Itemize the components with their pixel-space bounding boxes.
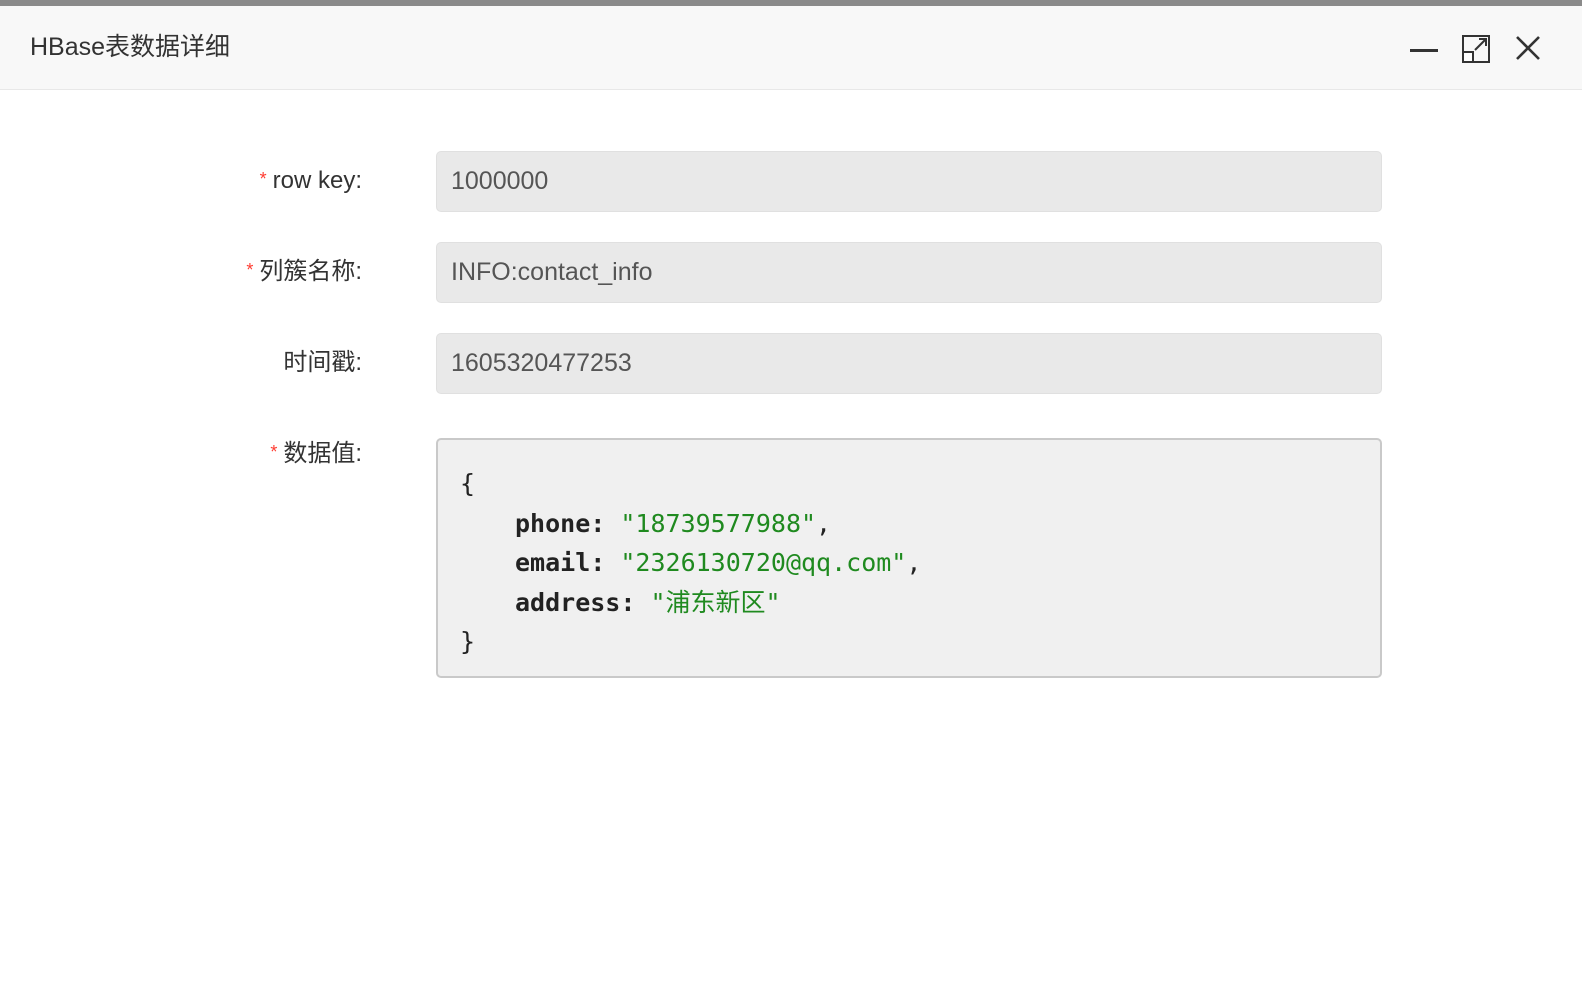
row-key-label-text: row key:: [272, 167, 362, 194]
json-key-address: address:: [515, 587, 636, 617]
timestamp-label: 时间戳:: [283, 349, 362, 376]
column-family-label: * 列簇名称:: [246, 256, 362, 288]
column-family-label-text: 列簇名称:: [259, 258, 362, 285]
required-mark: *: [259, 169, 267, 189]
timestamp-input[interactable]: [436, 333, 1382, 394]
dialog-titlebar[interactable]: HBase表数据详细: [0, 6, 1582, 90]
dialog-title: HBase表数据详细: [30, 33, 231, 61]
json-separator: ,: [816, 508, 832, 538]
json-key-phone: phone:: [515, 508, 606, 538]
hbase-detail-dialog: HBase表数据详细 * row key: 1000000 * 列簇名称: IN…: [0, 6, 1582, 982]
required-mark: *: [246, 260, 254, 280]
data-value-label-text: 数据值:: [283, 440, 362, 467]
json-open-brace: {: [460, 469, 476, 498]
minimize-icon: [1410, 49, 1438, 52]
json-value-phone: "18739577988": [620, 508, 817, 538]
row-key-label: * row key:: [260, 165, 362, 197]
row-key-input[interactable]: [436, 151, 1382, 212]
json-value-email: "2326130720@qq.com": [620, 548, 907, 577]
close-button[interactable]: [1510, 30, 1546, 66]
required-mark: *: [270, 442, 278, 462]
json-key-email: email:: [515, 548, 606, 577]
data-value-json-editor[interactable]: { phone: "18739577988", email: "23261307…: [436, 438, 1382, 678]
data-value-label: * 数据值:: [270, 438, 362, 470]
json-separator: ,: [906, 548, 922, 577]
json-value-address: "浦东新区": [650, 587, 781, 617]
json-close-brace: }: [460, 627, 476, 656]
column-family-input[interactable]: [436, 242, 1382, 303]
close-icon: [1516, 36, 1540, 60]
minimize-button[interactable]: [1406, 30, 1442, 66]
maximize-icon: [1462, 35, 1490, 63]
maximize-button[interactable]: [1458, 30, 1494, 66]
